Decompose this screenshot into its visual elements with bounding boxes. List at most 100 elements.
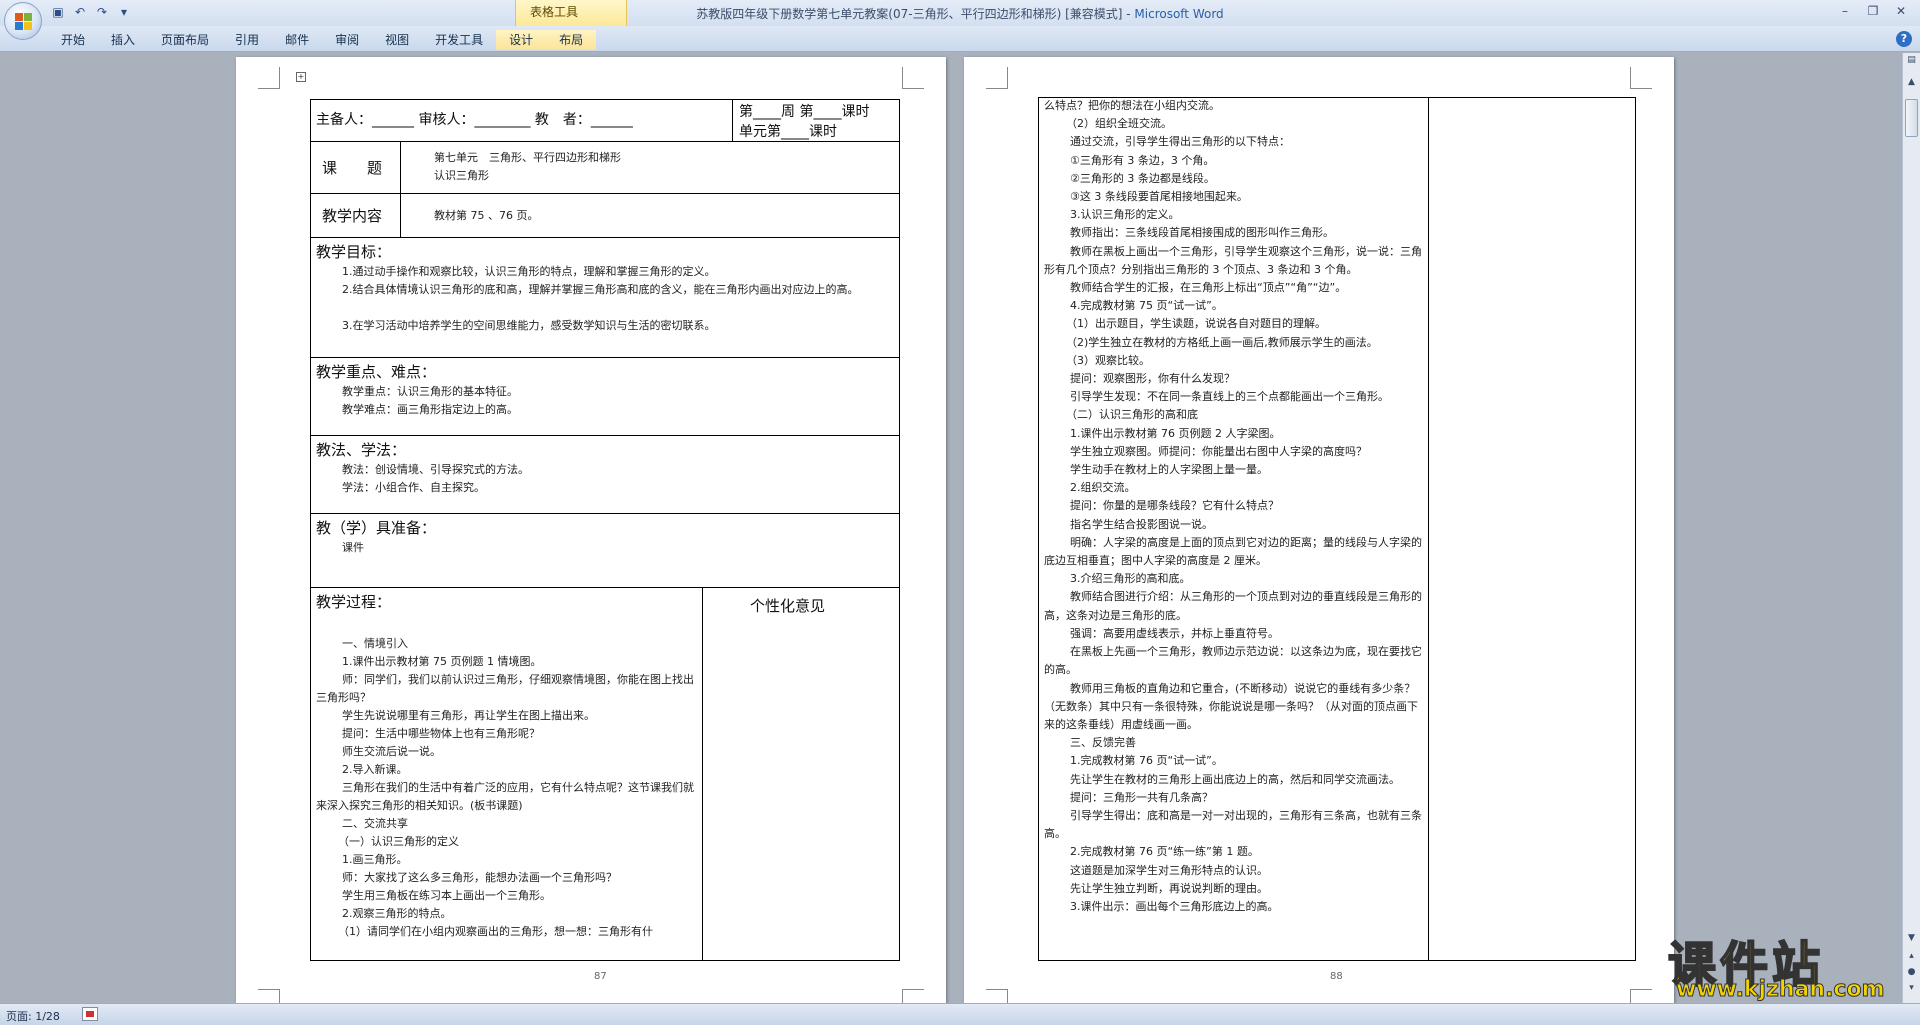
scroll-thumb[interactable] [1905, 99, 1918, 137]
page2-line[interactable]: 2.完成教材第 76 页“练一练”第 1 题。 [1044, 843, 1424, 861]
minimize-icon[interactable]: – [1832, 2, 1858, 20]
page2-line[interactable]: 1.完成教材第 76 页“试一试”。 [1044, 752, 1424, 770]
page2-line[interactable]: 教师在黑板上画出一个三角形，引导学生观察这个三角形，说一说：三角形有几个顶点？分… [1044, 243, 1424, 279]
watermark-url: www.kjzhan.com [1676, 977, 1886, 1003]
process-line[interactable]: 师生交流后说一说。 [316, 743, 696, 761]
keypoint-2[interactable]: 教学难点：画三角形指定边上的高。 [342, 401, 518, 419]
preparers-line[interactable]: 主备人：______ 审核人：________ 教 者：______ [316, 109, 633, 129]
process-line[interactable]: （1）请同学们在小组内观察画出的三角形，想一想：三角形有什 [316, 923, 696, 941]
office-button[interactable] [4, 2, 42, 40]
goal-1[interactable]: 1.通过动手操作和观察比较，认识三角形的特点，理解和掌握三角形的定义。 [316, 263, 894, 281]
method-2[interactable]: 学法：小组合作、自主探究。 [342, 479, 485, 497]
tab-references[interactable]: 引用 [222, 30, 272, 50]
page2-line[interactable]: 教师结合学生的汇报，在三角形上标出“顶点”“角”“边”。 [1044, 279, 1424, 297]
process-line[interactable]: 学生先说说哪里有三角形，再让学生在图上描出来。 [316, 707, 696, 725]
tab-mailings[interactable]: 邮件 [272, 30, 322, 50]
tab-developer[interactable]: 开发工具 [422, 30, 496, 50]
tab-review[interactable]: 审阅 [322, 30, 372, 50]
page2-line[interactable]: 教师用三角板的直角边和它重合，(不断移动）说说它的垂线有多少条？（无数条）其中只… [1044, 680, 1424, 735]
close-icon[interactable]: ✕ [1888, 2, 1914, 20]
page2-text-block[interactable]: 么特点？把你的想法在小组内交流。 （2）组织全班交流。 通过交流，引导学生得出三角形… [1044, 97, 1424, 916]
page2-line[interactable]: （2)学生独立在教材的方格纸上画一画后,教师展示学生的画法。 [1044, 334, 1424, 352]
tab-page-layout[interactable]: 页面布局 [148, 30, 222, 50]
process-line[interactable]: 师：同学们，我们以前认识过三角形，仔细观察情境图，你能在图上找出三角形吗？ [316, 671, 696, 707]
goal-3[interactable]: 3.在学习活动中培养学生的空间思维能力，感受数学知识与生活的密切联系。 [316, 317, 894, 335]
process-block[interactable]: 一、情境引入 1.课件出示教材第 75 页例题 1 情境图。 师：同学们，我们以前认… [316, 635, 696, 941]
tab-view[interactable]: 视图 [372, 30, 422, 50]
page2-line[interactable]: 在黑板上先画一个三角形，教师边示范边说：以这条边为底，现在要找它的高。 [1044, 643, 1424, 679]
process-line[interactable]: 提问：生活中哪些物体上也有三角形呢？ [316, 725, 696, 743]
tab-home[interactable]: 开始 [48, 30, 98, 50]
goals-label: 教学目标： [316, 243, 392, 261]
page2-line[interactable]: ①三角形有 3 条边，3 个角。 [1044, 152, 1424, 170]
page2-line[interactable]: （二）认识三角形的高和底 [1044, 406, 1424, 424]
browse-object-icon[interactable]: ● [1904, 967, 1919, 981]
page2-line[interactable]: （2）组织全班交流。 [1044, 115, 1424, 133]
week-lesson-line[interactable]: 第____周 第____课时 [739, 101, 869, 121]
page2-line[interactable]: 引导学生得出：底和高是一对一对出现的，三角形有三条高，也就有三条高。 [1044, 807, 1424, 843]
page2-line[interactable]: ②三角形的 3 条边都是线段。 [1044, 170, 1424, 188]
proofing-icon[interactable] [82, 1007, 98, 1021]
page-indicator[interactable]: 页面: 1/28 [6, 1008, 60, 1024]
page2-line[interactable]: 2.组织交流。 [1044, 479, 1424, 497]
unit-lesson-line[interactable]: 单元第____课时 [739, 121, 837, 141]
page2-line[interactable]: 3.课件出示：画出每个三角形底边上的高。 [1044, 898, 1424, 916]
page2-line[interactable]: 4.完成教材第 75 页“试一试”。 [1044, 297, 1424, 315]
page2-line[interactable]: 学生动手在教材上的人字梁图上量一量。 [1044, 461, 1424, 479]
page-88[interactable]: 么特点？把你的想法在小组内交流。 （2）组织全班交流。 通过交流，引导学生得出三角形… [964, 57, 1674, 1003]
maximize-icon[interactable]: ❐ [1860, 2, 1886, 20]
page2-line[interactable]: 先让学生在教材的三角形上画出底边上的高，然后和同学交流画法。 [1044, 771, 1424, 789]
process-line[interactable]: 师：大家找了这么多三角形，能想办法画一个三角形吗？ [316, 869, 696, 887]
page2-line[interactable]: 引导学生发现：不在同一条直线上的三个点都能画出一个三角形。 [1044, 388, 1424, 406]
scroll-up-icon[interactable]: ▲ [1904, 77, 1919, 91]
page-87[interactable]: + 主备人：______ 审核人：________ 教 者：______ 第__… [236, 57, 946, 1003]
table-move-handle-icon[interactable]: + [296, 72, 306, 82]
page2-line[interactable]: 提问：三角形一共有几条高？ [1044, 789, 1424, 807]
topic-line-2[interactable]: 认识三角形 [434, 167, 489, 185]
content-value[interactable]: 教材第 75 、76 页。 [434, 207, 538, 225]
document-area[interactable]: + 主备人：______ 审核人：________ 教 者：______ 第__… [0, 53, 1902, 1003]
page2-line[interactable]: 提问：观察图形，你有什么发现？ [1044, 370, 1424, 388]
goal-2[interactable]: 2.结合具体情境认识三角形的底和高，理解并掌握三角形高和底的含义，能在三角形内画… [316, 281, 894, 299]
topic-line-1[interactable]: 第七单元 三角形、平行四边形和梯形 [434, 149, 621, 167]
process-line[interactable]: 一、情境引入 [316, 635, 696, 653]
page2-line[interactable]: 3.认识三角形的定义。 [1044, 206, 1424, 224]
page2-line[interactable]: （3）观察比较。 [1044, 352, 1424, 370]
process-line[interactable]: 二、交流共享 [316, 815, 696, 833]
page2-line[interactable]: 1.课件出示教材第 76 页例题 2 人字梁图。 [1044, 425, 1424, 443]
page2-line[interactable]: 先让学生独立判断，再说说判断的理由。 [1044, 880, 1424, 898]
next-page-icon[interactable]: ▾ [1904, 983, 1919, 997]
page2-line[interactable]: 提问：你量的是哪条线段？它有什么特点？ [1044, 497, 1424, 515]
prev-page-icon[interactable]: ▴ [1904, 951, 1919, 965]
page2-line[interactable]: 教师指出：三条线段首尾相接围成的图形叫作三角形。 [1044, 224, 1424, 242]
process-line[interactable]: （一）认识三角形的定义 [316, 833, 696, 851]
process-line[interactable]: 学生用三角板在练习本上画出一个三角形。 [316, 887, 696, 905]
ruler-toggle-icon[interactable]: ▤ [1904, 55, 1919, 69]
process-line[interactable]: 1.课件出示教材第 75 页例题 1 情境图。 [316, 653, 696, 671]
page2-line[interactable]: 这道题是加深学生对三角形特点的认识。 [1044, 862, 1424, 880]
page2-line[interactable]: （1）出示题目，学生读题，说说各自对题目的理解。 [1044, 315, 1424, 333]
process-line[interactable]: 三角形在我们的生活中有着广泛的应用，它有什么特点呢？这节课我们就来深入探究三角形… [316, 779, 696, 815]
help-icon[interactable]: ? [1896, 31, 1912, 47]
keypoint-1[interactable]: 教学重点：认识三角形的基本特征。 [342, 383, 518, 401]
tab-insert[interactable]: 插入 [98, 30, 148, 50]
page2-line[interactable]: 3.介绍三角形的高和底。 [1044, 570, 1424, 588]
process-line[interactable]: 2.导入新课。 [316, 761, 696, 779]
page2-line[interactable]: ③这 3 条线段要首尾相接地围起来。 [1044, 188, 1424, 206]
page2-line[interactable]: 三、反馈完善 [1044, 734, 1424, 752]
page2-line[interactable]: 指名学生结合投影图说一说。 [1044, 516, 1424, 534]
page2-line[interactable]: 教师结合图进行介绍：从三角形的一个顶点到对边的垂直线段是三角形的高，这条对边是三… [1044, 588, 1424, 624]
tab-design[interactable]: 设计 [496, 30, 547, 50]
process-line[interactable]: 2.观察三角形的特点。 [316, 905, 696, 923]
page2-line[interactable]: 明确：人字梁的高度是上面的顶点到它对边的距离；量的线段与人字梁的底边互相垂直；图… [1044, 534, 1424, 570]
page2-line[interactable]: 学生独立观察图。师提问：你能量出右图中人字梁的高度吗？ [1044, 443, 1424, 461]
tab-layout[interactable]: 布局 [546, 30, 597, 50]
vertical-scrollbar[interactable]: ▤ ▲ ▼ ▴ ● ▾ [1902, 53, 1920, 1003]
page2-line[interactable]: 通过交流，引导学生得出三角形的以下特点： [1044, 133, 1424, 151]
process-line[interactable]: 1.画三角形。 [316, 851, 696, 869]
prep-value[interactable]: 课件 [342, 539, 364, 557]
page2-line[interactable]: 强调：高要用虚线表示，并标上垂直符号。 [1044, 625, 1424, 643]
page2-line[interactable]: 么特点？把你的想法在小组内交流。 [1044, 97, 1424, 115]
method-1[interactable]: 教法：创设情境、引导探究式的方法。 [342, 461, 529, 479]
scroll-down-icon[interactable]: ▼ [1904, 933, 1919, 947]
